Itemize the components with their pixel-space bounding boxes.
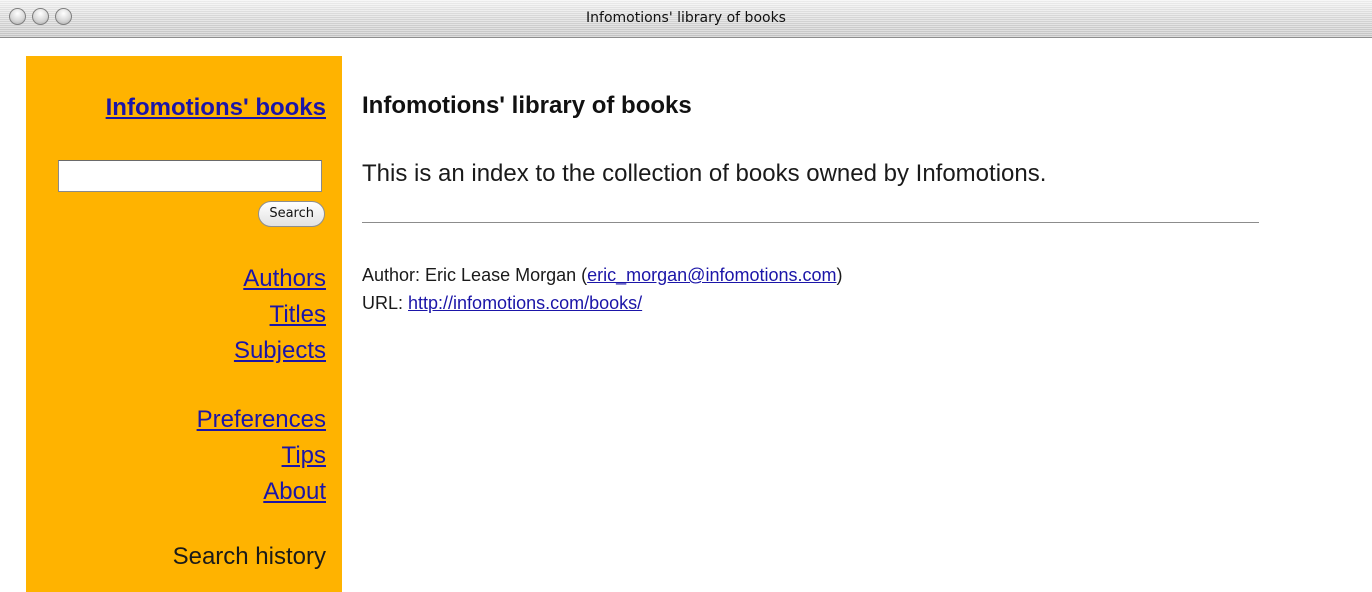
window-title: Infomotions' library of books: [586, 10, 786, 26]
sidebar: Infomotions' books Search Authors Titles…: [26, 56, 342, 592]
url-label: URL:: [362, 293, 409, 313]
page-metadata: Author: Eric Lease Morgan (eric_morgan@i…: [362, 261, 843, 317]
browse-nav: Authors Titles Subjects: [234, 261, 326, 369]
site-url-link[interactable]: http://infomotions.com/books/: [408, 293, 642, 313]
window-titlebar: Infomotions' library of books: [0, 0, 1372, 38]
nav-link-authors[interactable]: Authors: [234, 261, 326, 297]
search-history-label: Search history: [172, 543, 326, 570]
author-label: Author:: [362, 265, 426, 285]
author-close-paren: ): [836, 265, 843, 285]
nav-link-preferences[interactable]: Preferences: [197, 402, 326, 438]
nav-link-subjects[interactable]: Subjects: [234, 333, 326, 369]
search-input[interactable]: [58, 160, 322, 192]
intro-text: This is an index to the collection of bo…: [362, 160, 1047, 187]
url-line: URL: http://infomotions.com/books/: [362, 289, 843, 317]
page-title: Infomotions' library of books: [362, 92, 692, 119]
nav-link-titles[interactable]: Titles: [234, 297, 326, 333]
settings-nav: Preferences Tips About: [197, 402, 326, 510]
search-button[interactable]: Search: [258, 201, 325, 227]
author-line: Author: Eric Lease Morgan (eric_morgan@i…: [362, 261, 843, 289]
brand-link[interactable]: Infomotions' books: [106, 94, 326, 122]
author-name: Eric Lease Morgan (: [425, 265, 588, 285]
nav-link-about[interactable]: About: [197, 474, 326, 510]
divider: [362, 222, 1259, 223]
nav-link-tips[interactable]: Tips: [197, 438, 326, 474]
author-email-link[interactable]: eric_morgan@infomotions.com: [587, 265, 836, 285]
